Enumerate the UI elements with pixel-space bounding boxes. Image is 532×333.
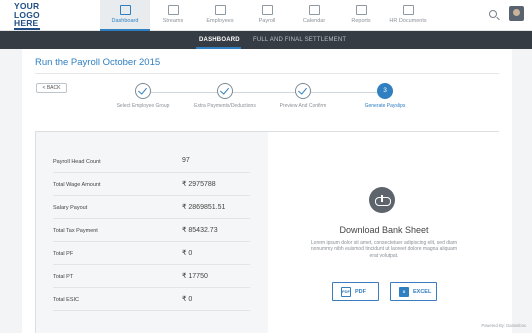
- nav-item-calendar[interactable]: Calendar: [289, 0, 339, 31]
- download-title: Download Bank Sheet: [339, 225, 429, 235]
- row-value: ₹ 2975788: [182, 181, 216, 188]
- dashboard-icon: [120, 5, 131, 15]
- table-row: Payroll Head Count 97: [53, 150, 250, 173]
- payroll-icon: [262, 5, 273, 15]
- stepper-track: [147, 92, 377, 93]
- employees-icon: [215, 5, 226, 15]
- nav-item-streams[interactable]: Streams: [148, 0, 198, 31]
- summary-table: Payroll Head Count 97 Total Wage Amount …: [36, 132, 268, 333]
- pdf-button-label: PDF: [355, 289, 366, 295]
- payroll-summary-card: Payroll Head Count 97 Total Wage Amount …: [35, 131, 500, 333]
- table-row: Total ESIC ₹ 0: [53, 288, 250, 311]
- nav-label: HR Documents: [389, 18, 427, 24]
- row-value: ₹ 0: [182, 250, 193, 257]
- row-value: ₹ 17750: [182, 273, 208, 280]
- table-row: Total PT ₹ 17750: [53, 265, 250, 288]
- row-value: 97: [182, 157, 190, 164]
- step-2-complete-indicator[interactable]: [217, 83, 233, 99]
- step-1-complete-indicator[interactable]: [135, 83, 151, 99]
- row-label: Total Wage Amount: [53, 182, 101, 188]
- pdf-download-button[interactable]: PDF PDF: [332, 282, 379, 301]
- reports-icon: [356, 5, 367, 15]
- avatar[interactable]: [509, 6, 524, 21]
- logo-text: YOUR LOGO HERE: [14, 1, 40, 28]
- excel-download-button[interactable]: X EXCEL: [390, 282, 437, 301]
- divider: [35, 73, 499, 74]
- nav-label: Employees: [206, 18, 234, 24]
- page-title: Run the Payroll October 2015: [35, 57, 161, 68]
- step-4-current-indicator[interactable]: 3: [377, 83, 393, 99]
- hr-documents-icon: [403, 5, 414, 15]
- nav-item-employees[interactable]: Employees: [195, 0, 245, 31]
- row-value: ₹ 2869851.51: [182, 204, 226, 211]
- logo-underline: [14, 28, 40, 30]
- row-value: ₹ 0: [182, 296, 193, 303]
- row-value: ₹ 85432.73: [182, 227, 218, 234]
- nav-item-dashboard[interactable]: Dashboard: [100, 0, 150, 31]
- nav-item-reports[interactable]: Reports: [336, 0, 386, 31]
- streams-icon: [168, 5, 179, 15]
- powered-by-footer: Powered By: Darwinbox: [481, 323, 526, 328]
- search-icon[interactable]: [489, 10, 497, 18]
- company-logo[interactable]: YOUR LOGO HERE: [14, 2, 44, 28]
- nav-label: Calendar: [302, 18, 326, 24]
- excel-button-label: EXCEL: [413, 289, 432, 295]
- nav-item-hr-documents[interactable]: HR Documents: [383, 0, 433, 31]
- nav-label: Dashboard: [111, 18, 139, 24]
- download-description: Lorem ipsum dolor sit amet, consectetuer…: [310, 240, 458, 259]
- table-row: Salary Payout ₹ 2869851.51: [53, 196, 250, 219]
- row-label: Total ESIC: [53, 297, 79, 303]
- step-label-generate-payslips: Generate Payslips: [364, 103, 406, 109]
- calendar-icon: [309, 5, 320, 15]
- table-row: Total Wage Amount ₹ 2975788: [53, 173, 250, 196]
- top-navigation-bar: YOUR LOGO HERE Dashboard Streams Employe…: [0, 0, 532, 31]
- pdf-file-icon: PDF: [341, 287, 351, 297]
- row-label: Salary Payout: [53, 205, 88, 211]
- row-label: Total PT: [53, 274, 74, 280]
- row-label: Payroll Head Count: [53, 159, 101, 165]
- download-panel: Download Bank Sheet Lorem ipsum dolor si…: [268, 132, 500, 333]
- nav-label: Payroll: [258, 18, 276, 24]
- table-row: Total Tax Payment ₹ 85432.73: [53, 219, 250, 242]
- row-label: Total Tax Payment: [53, 228, 98, 234]
- main-panel: Run the Payroll October 2015 < BACK 3 Se…: [22, 49, 512, 333]
- table-row: Total PF ₹ 0: [53, 242, 250, 265]
- nav-item-payroll[interactable]: Payroll: [242, 0, 292, 31]
- nav-label: Reports: [351, 18, 371, 24]
- row-label: Total PF: [53, 251, 74, 257]
- sub-navigation-bar: DASHBOARD FULL AND FINAL SETTLEMENT: [0, 31, 532, 49]
- subnav-tab-full-and-final-settlement[interactable]: FULL AND FINAL SETTLEMENT: [253, 31, 346, 49]
- cloud-upload-icon: [369, 187, 395, 213]
- step-3-complete-indicator[interactable]: [295, 83, 311, 99]
- excel-file-icon: X: [399, 287, 409, 297]
- back-button[interactable]: < BACK: [36, 83, 67, 93]
- nav-label: Streams: [162, 18, 184, 24]
